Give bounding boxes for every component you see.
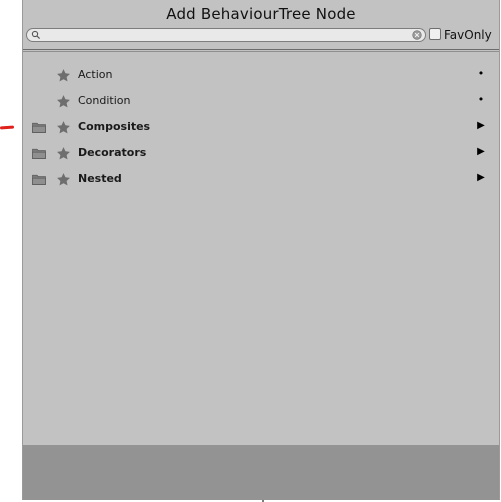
leaf-bullet-icon: • xyxy=(477,93,485,106)
folder-icon xyxy=(32,148,46,159)
description-footer xyxy=(23,445,499,500)
star-icon[interactable] xyxy=(56,94,71,109)
star-icon[interactable] xyxy=(56,146,71,161)
header-divider-shadow xyxy=(23,51,499,52)
list-item-composites[interactable]: Composites ▶ xyxy=(23,115,499,141)
list-item-action[interactable]: Action • xyxy=(23,63,499,89)
star-icon[interactable] xyxy=(56,120,71,135)
leaf-bullet-icon: • xyxy=(477,67,485,80)
submenu-arrow-icon: ▶ xyxy=(477,172,485,183)
folder-icon xyxy=(32,174,46,185)
list-item-label: Action xyxy=(78,68,113,81)
fav-only-checkbox[interactable] xyxy=(429,28,441,40)
folder-icon xyxy=(32,122,46,133)
list-item-nested[interactable]: Nested ▶ xyxy=(23,167,499,193)
clear-search-icon[interactable] xyxy=(412,30,422,40)
list-item-decorators[interactable]: Decorators ▶ xyxy=(23,141,499,167)
search-icon xyxy=(31,30,41,40)
list-item-condition[interactable]: Condition • xyxy=(23,89,499,115)
list-item-label: Composites xyxy=(78,120,151,133)
list-item-label: Decorators xyxy=(78,146,147,159)
list-item-label: Nested xyxy=(78,172,122,185)
add-node-window: Add BehaviourTree Node FavOnly Action • xyxy=(22,0,500,500)
star-icon[interactable] xyxy=(56,68,71,83)
list-item-label: Condition xyxy=(78,94,131,107)
window-title: Add BehaviourTree Node xyxy=(166,5,356,23)
fav-only-label: FavOnly xyxy=(444,28,492,42)
search-input[interactable] xyxy=(44,29,404,41)
submenu-arrow-icon: ▶ xyxy=(477,120,485,131)
node-list: Action • Condition • Composites ▶ Decora… xyxy=(23,63,499,193)
search-field[interactable] xyxy=(26,28,426,42)
submenu-arrow-icon: ▶ xyxy=(477,146,485,157)
star-icon[interactable] xyxy=(56,172,71,187)
annotation-mark xyxy=(0,125,15,130)
header-divider xyxy=(23,49,499,50)
